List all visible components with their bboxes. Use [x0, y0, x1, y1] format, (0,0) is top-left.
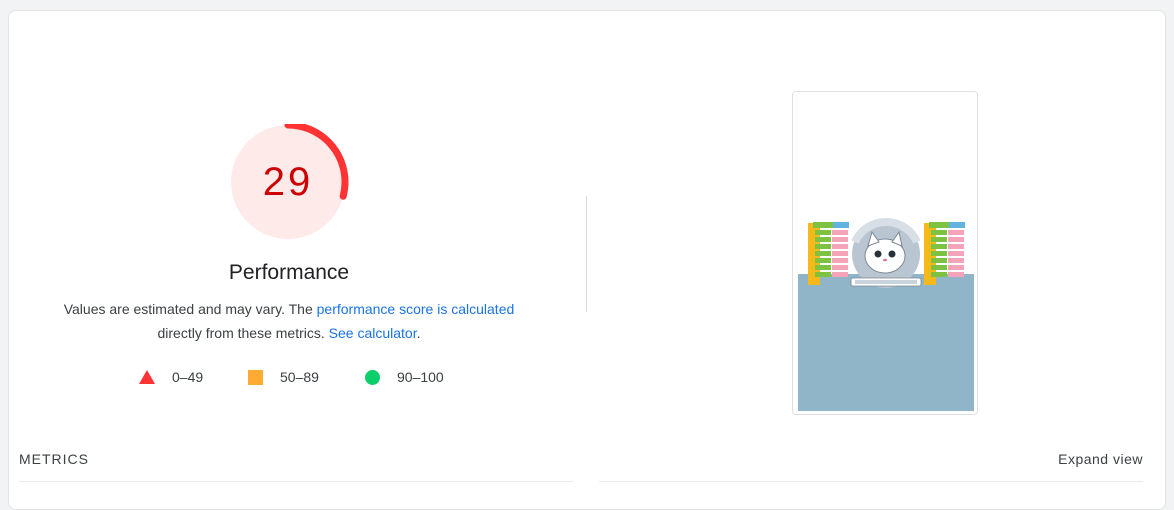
expand-view-toggle[interactable]: Expand view	[1058, 451, 1143, 467]
legend-item-pass: 90–100	[365, 369, 444, 385]
circle-icon	[365, 369, 380, 385]
page-screenshot-thumbnail	[792, 91, 978, 415]
see-calculator-link[interactable]: See calculator	[329, 325, 417, 341]
legend-item-fail: 0–49	[139, 369, 203, 385]
desc-suffix: .	[416, 325, 421, 341]
performance-card: 29 Performance Values are estimated and …	[8, 10, 1166, 510]
legend-range: 50–89	[280, 369, 319, 385]
desc-prefix: Values are estimated and may vary. The	[63, 301, 317, 317]
screenshot-illustration	[793, 92, 977, 414]
triangle-icon	[139, 370, 155, 384]
metrics-heading: METRICS	[19, 451, 89, 467]
performance-gauge: 29	[230, 124, 360, 254]
column-divider	[586, 196, 587, 312]
metrics-divider-left	[19, 481, 573, 482]
score-calculated-link[interactable]: performance score is calculated	[317, 301, 515, 317]
score-description: Values are estimated and may vary. The p…	[39, 297, 539, 345]
metrics-divider-right	[599, 481, 1143, 482]
legend-item-average: 50–89	[248, 369, 319, 385]
performance-score: 29	[262, 160, 314, 204]
gauge-title: Performance	[228, 261, 350, 284]
legend-range: 0–49	[172, 369, 204, 385]
square-icon	[248, 369, 263, 385]
legend-range: 90–100	[397, 369, 444, 385]
desc-middle: directly from these metrics.	[157, 325, 329, 341]
